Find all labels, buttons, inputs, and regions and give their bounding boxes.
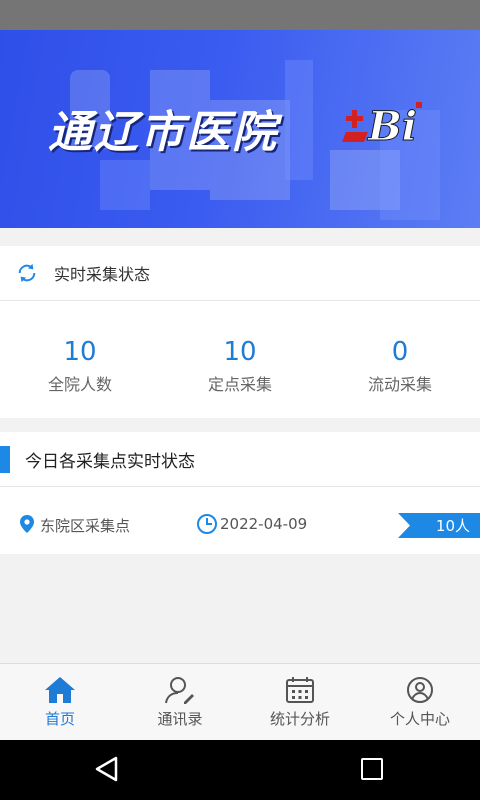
collection-points-header: 今日各采集点实时状态 bbox=[0, 432, 480, 487]
stat-total[interactable]: 10 全院人数 bbox=[0, 301, 160, 417]
back-icon[interactable] bbox=[94, 756, 120, 782]
tab-statistics-label: 统计分析 bbox=[269, 710, 330, 728]
stat-fixed-value: 10 bbox=[223, 337, 257, 367]
stat-total-label: 全院人数 bbox=[47, 375, 112, 394]
collection-points-card: 今日各采集点实时状态 东院区采集点 2022-04-09 10人 bbox=[0, 432, 480, 554]
point-name: 东院区采集点 bbox=[40, 517, 131, 535]
stat-fixed[interactable]: 10 定点采集 bbox=[160, 301, 320, 417]
banner-title: 通辽市医院 bbox=[48, 107, 278, 158]
home-icon bbox=[45, 677, 75, 703]
tab-statistics[interactable]: 统计分析 bbox=[240, 664, 360, 740]
collection-points-title: 今日各采集点实时状态 bbox=[25, 451, 195, 472]
bottom-tab-bar: 首页 通讯录 统计分析 个人中心 bbox=[0, 663, 480, 740]
contacts-icon bbox=[165, 677, 194, 704]
point-date: 2022-04-09 bbox=[220, 515, 308, 533]
status-bar bbox=[0, 0, 480, 30]
refresh-icon[interactable] bbox=[16, 262, 38, 284]
hospital-banner: 通辽市医院 Bi bbox=[0, 30, 480, 228]
stats-row: 10 全院人数 10 定点采集 0 流动采集 bbox=[0, 301, 480, 417]
calendar-icon bbox=[286, 677, 314, 703]
stat-fixed-label: 定点采集 bbox=[207, 375, 272, 394]
bi-logo-icon: Bi bbox=[342, 102, 422, 151]
stat-mobile-label: 流动采集 bbox=[367, 375, 432, 394]
tab-contacts-label: 通讯录 bbox=[157, 710, 203, 728]
tab-home[interactable]: 首页 bbox=[0, 664, 120, 740]
recents-icon[interactable] bbox=[361, 758, 383, 780]
people-count-badge: 10人 bbox=[398, 513, 480, 538]
realtime-status-title: 实时采集状态 bbox=[54, 265, 151, 284]
location-pin-icon bbox=[20, 515, 34, 533]
realtime-status-card: 实时采集状态 10 全院人数 10 定点采集 0 流动采集 bbox=[0, 246, 480, 418]
stat-mobile-value: 0 bbox=[391, 337, 409, 367]
stat-total-value: 10 bbox=[63, 337, 97, 367]
bi-logo-text: Bi bbox=[367, 103, 417, 150]
tab-home-label: 首页 bbox=[44, 710, 75, 728]
realtime-status-header: 实时采集状态 bbox=[0, 246, 480, 301]
system-nav-bar bbox=[0, 740, 480, 800]
list-item[interactable]: 东院区采集点 2022-04-09 10人 bbox=[0, 487, 480, 553]
tab-contacts[interactable]: 通讯录 bbox=[120, 664, 240, 740]
tab-profile[interactable]: 个人中心 bbox=[360, 664, 480, 740]
section-accent-bar bbox=[0, 446, 10, 473]
tab-profile-label: 个人中心 bbox=[389, 710, 450, 728]
user-icon bbox=[407, 677, 433, 703]
stat-mobile[interactable]: 0 流动采集 bbox=[320, 301, 480, 417]
clock-icon bbox=[197, 514, 217, 534]
